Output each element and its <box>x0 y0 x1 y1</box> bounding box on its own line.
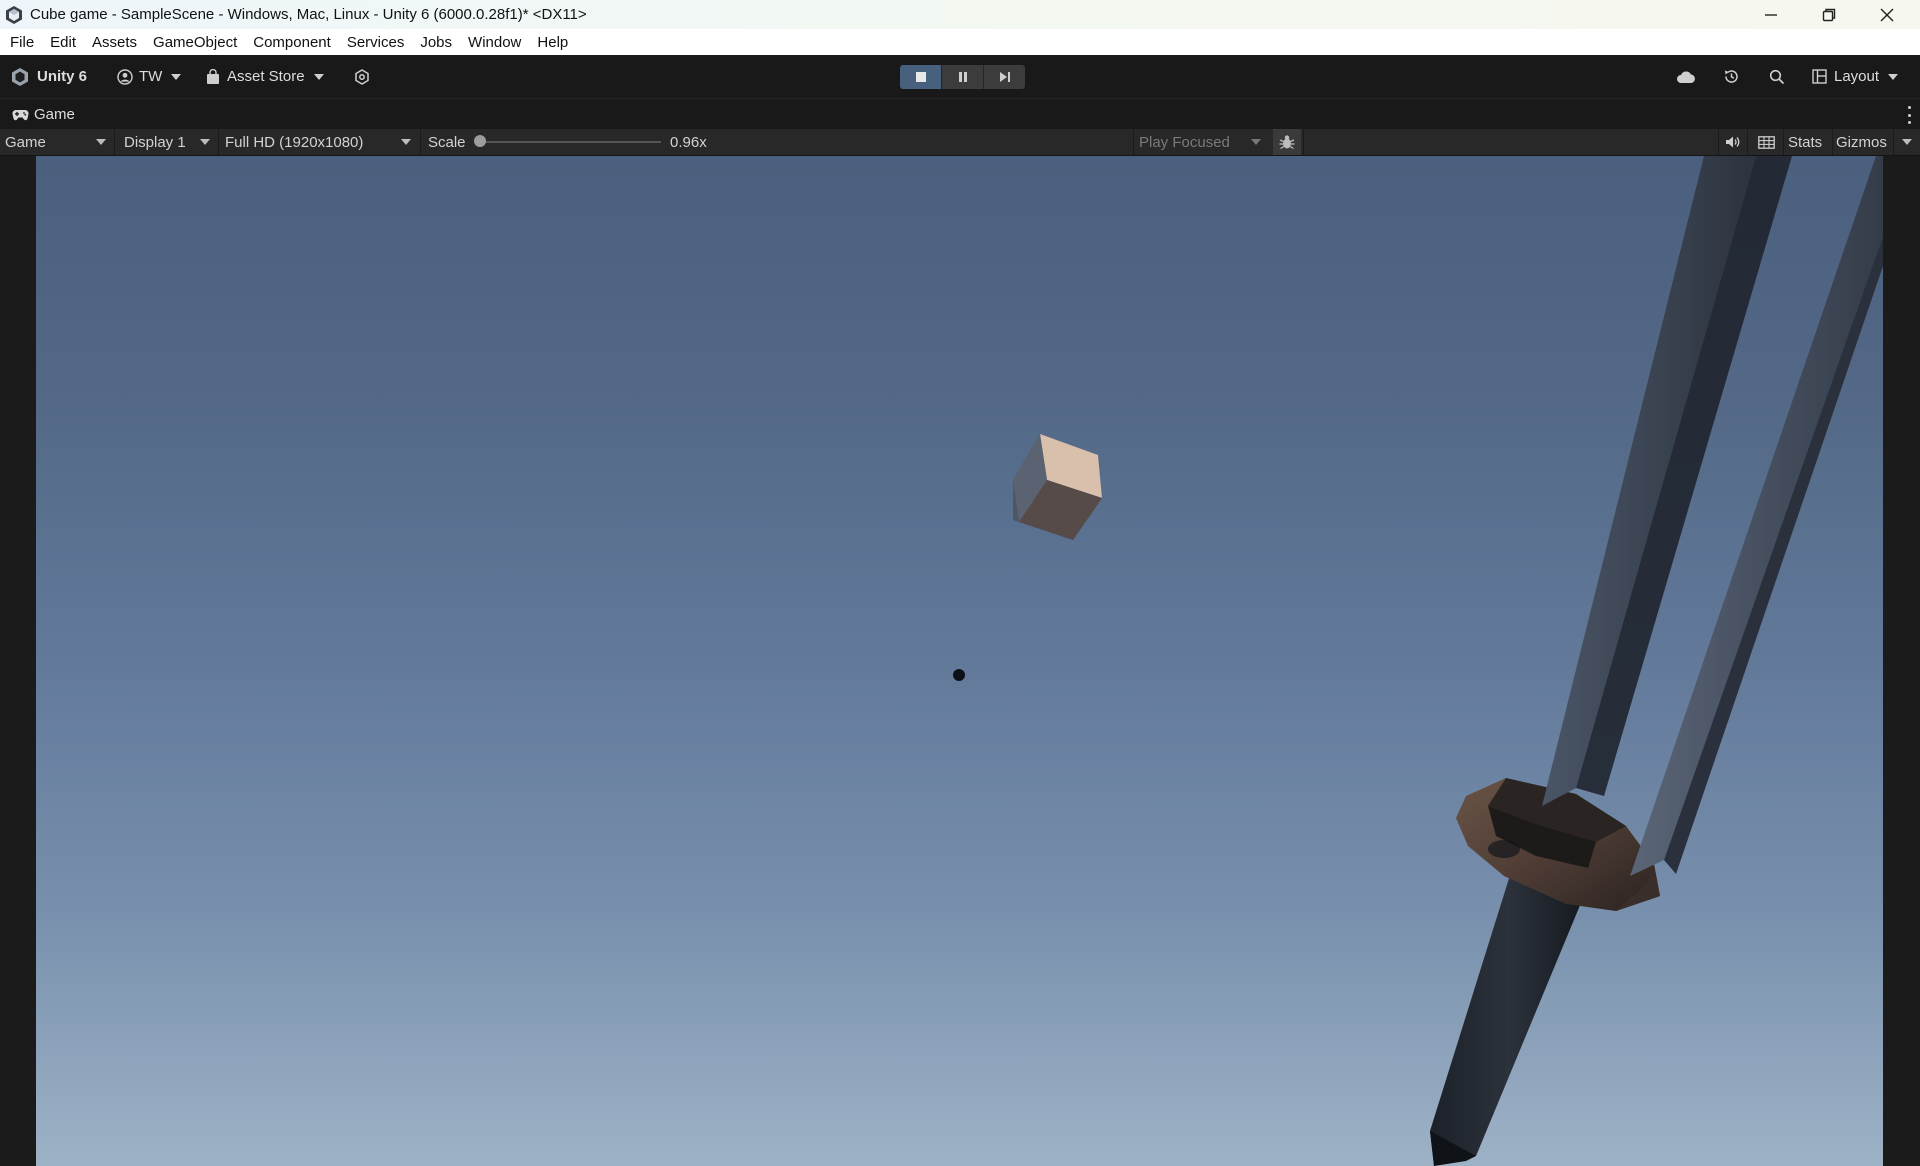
layout-label: Layout <box>1834 68 1880 85</box>
game-scene <box>953 156 1883 1166</box>
history-icon <box>1725 70 1738 83</box>
layout-dropdown[interactable]: Layout <box>1812 55 1899 98</box>
menu-services[interactable]: Services <box>338 34 412 51</box>
settings-gear-icon <box>355 68 369 85</box>
asset-store-dropdown[interactable]: Asset Store <box>206 55 324 98</box>
restore-icon <box>1822 8 1836 21</box>
scale-slider-handle[interactable] <box>474 135 486 147</box>
asset-store-label: Asset Store <box>227 68 305 85</box>
chevron-down-icon <box>313 73 324 80</box>
unity-logo-icon <box>12 67 28 86</box>
resolution-dropdown[interactable]: Full HD (1920x1080) <box>225 129 417 155</box>
search-icon <box>1769 69 1785 84</box>
chevron-down-icon <box>200 139 210 145</box>
stop-icon <box>915 72 926 82</box>
debug-button[interactable] <box>1273 129 1301 155</box>
gizmos-button[interactable]: Gizmos <box>1836 129 1887 155</box>
history-button[interactable] <box>1723 55 1740 98</box>
menu-help[interactable]: Help <box>528 34 575 51</box>
account-icon <box>117 68 133 85</box>
minimize-button[interactable] <box>1742 0 1800 29</box>
close-icon <box>1880 8 1894 21</box>
menu-jobs[interactable]: Jobs <box>411 34 459 51</box>
resolution-label: Full HD (1920x1080) <box>225 133 364 151</box>
menu-file[interactable]: File <box>0 34 41 51</box>
unity-product-button[interactable]: Unity 6 <box>10 55 87 98</box>
play-mode-label: Play Focused <box>1139 133 1230 151</box>
pause-button[interactable] <box>942 65 984 89</box>
pause-icon <box>958 72 967 82</box>
menu-edit[interactable]: Edit <box>41 34 83 51</box>
display-label: Display 1 <box>124 133 186 151</box>
chevron-down-icon <box>401 139 411 145</box>
main-toolbar: Unity 6 TW Asset Store Layout <box>0 55 1920 98</box>
menu-window[interactable]: Window <box>459 34 528 51</box>
stop-button[interactable] <box>900 65 942 89</box>
cloud-icon <box>1677 71 1695 83</box>
step-icon <box>999 72 1010 82</box>
view-mode-label: Game <box>5 133 46 151</box>
account-dropdown[interactable]: TW <box>117 55 182 98</box>
minimize-icon <box>1765 13 1777 16</box>
chevron-down-icon <box>96 139 106 145</box>
play-controls <box>900 65 1025 89</box>
gamepad-icon <box>12 109 29 120</box>
tab-game[interactable]: Game <box>0 99 87 130</box>
window-title-bar: Cube game - SampleScene - Windows, Mac, … <box>0 0 1920 29</box>
scale-label: Scale <box>428 133 466 151</box>
unity-logo-icon <box>6 5 22 24</box>
display-dropdown[interactable]: Display 1 <box>124 129 216 155</box>
search-button[interactable] <box>1769 55 1785 98</box>
account-label: TW <box>139 68 163 85</box>
play-mode-dropdown[interactable]: Play Focused <box>1139 129 1267 155</box>
package-manager-button[interactable] <box>354 55 370 98</box>
mute-audio-button[interactable] <box>1723 129 1743 155</box>
stats-button[interactable]: Stats <box>1788 129 1822 155</box>
chevron-down-icon <box>1902 139 1912 145</box>
scale-slider-track[interactable] <box>479 141 661 143</box>
chevron-down-icon <box>171 73 182 80</box>
close-button[interactable] <box>1858 0 1916 29</box>
chevron-down-icon <box>1888 73 1899 80</box>
game-view-toolbar: Game Display 1 Full HD (1920x1080) Scale… <box>0 129 1920 156</box>
menu-gameobject[interactable]: GameObject <box>144 34 244 51</box>
game-tab-bar: Game <box>0 98 1920 130</box>
layout-icon <box>1812 69 1827 84</box>
game-viewport[interactable] <box>36 156 1883 1166</box>
menu-bar: File Edit Assets GameObject Component Se… <box>0 29 1920 55</box>
more-options-icon[interactable] <box>1906 106 1912 124</box>
aspect-grid-button[interactable] <box>1754 129 1778 155</box>
chevron-down-icon <box>1251 139 1261 145</box>
shopping-bag-icon <box>207 68 219 84</box>
window-title: Cube game - SampleScene - Windows, Mac, … <box>30 6 587 23</box>
view-mode-dropdown[interactable]: Game <box>5 129 112 155</box>
sword-guard <box>1456 778 1660 911</box>
scale-value: 0.96x <box>670 133 707 151</box>
step-button[interactable] <box>984 65 1025 89</box>
cloud-button[interactable] <box>1676 55 1696 98</box>
crosshair-dot <box>953 669 965 681</box>
floating-cube <box>1013 434 1102 540</box>
restore-button[interactable] <box>1800 0 1858 29</box>
sword-blades <box>1542 156 1883 876</box>
gizmos-dropdown[interactable] <box>1896 129 1918 155</box>
audio-icon <box>1726 136 1740 148</box>
bug-icon <box>1279 135 1295 150</box>
product-label: Unity 6 <box>37 68 88 85</box>
tab-game-label: Game <box>34 106 75 123</box>
menu-component[interactable]: Component <box>244 34 338 51</box>
grid-icon <box>1757 135 1775 149</box>
menu-assets[interactable]: Assets <box>83 34 144 51</box>
